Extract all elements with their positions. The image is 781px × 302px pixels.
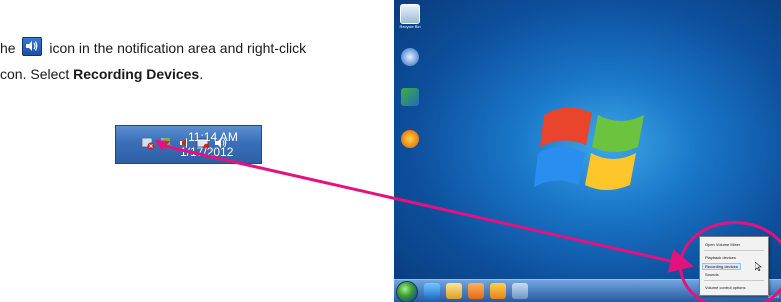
desktop-icon-2[interactable] <box>398 48 422 66</box>
instruction-line2-pre: con. Select <box>0 66 70 82</box>
highlight-circle <box>679 221 781 302</box>
desktop-icon-4[interactable] <box>398 130 422 148</box>
instruction-line2-post: . <box>199 66 204 82</box>
clock-time[interactable]: 11:14 AM <box>188 130 238 144</box>
instruction-line1-post: icon in the notification area and right-… <box>49 40 307 56</box>
app-taskbar-icon[interactable] <box>490 283 506 299</box>
media-player-taskbar-icon[interactable] <box>468 283 484 299</box>
instruction-line1-pre: he <box>0 40 16 56</box>
instruction-text: he icon in the notification area and rig… <box>0 0 370 90</box>
windows7-desktop-screenshot: Recycle Bin Open Volume Mixer Playback d… <box>394 0 781 302</box>
taskbar-notification-area: 11:14 AM 1/17/2012 <box>115 125 262 164</box>
volume-icon <box>22 37 43 56</box>
ie-taskbar-icon[interactable] <box>424 283 440 299</box>
flag-icon[interactable] <box>159 136 173 150</box>
recording-devices-emphasis: Recording Devices <box>73 66 200 82</box>
recycle-bin-icon[interactable]: Recycle Bin <box>398 4 422 29</box>
instruction-line-2: con. Select Recording Devices. <box>0 66 203 82</box>
windows-logo <box>534 107 644 190</box>
network-taskbar-icon[interactable] <box>512 283 528 299</box>
desktop-icon-3[interactable] <box>398 88 422 106</box>
clock-date[interactable]: 1/17/2012 <box>180 145 233 159</box>
recycle-bin-label: Recycle Bin <box>399 24 421 29</box>
start-button[interactable] <box>396 281 418 302</box>
network-x-icon[interactable] <box>141 136 155 150</box>
explorer-taskbar-icon[interactable] <box>446 283 462 299</box>
instruction-line-1: he icon in the notification area and rig… <box>0 37 306 56</box>
